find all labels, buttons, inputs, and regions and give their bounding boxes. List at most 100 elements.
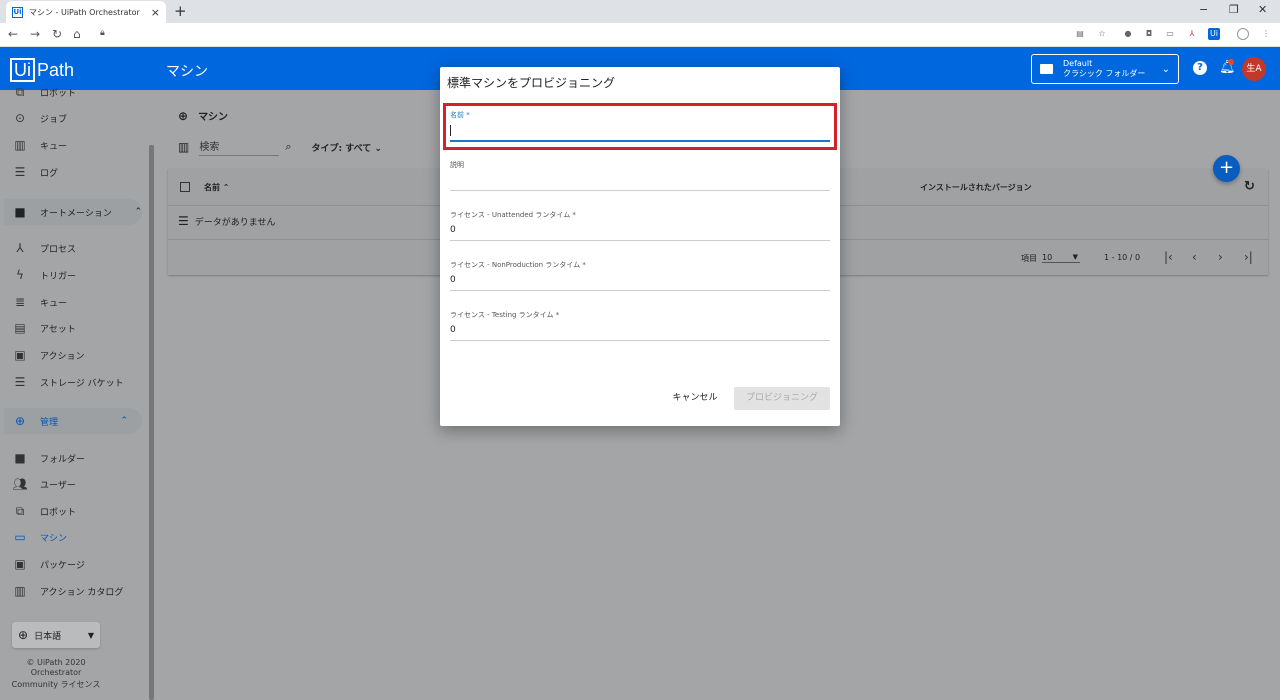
nonproduction-runtime-input[interactable]: 0	[450, 275, 830, 287]
sidebar-item-label: マシン	[40, 533, 68, 544]
back-icon[interactable]: ←	[8, 27, 18, 41]
nonproduction-runtime-field[interactable]: ライセンス - NonProduction ランタイム * 0	[450, 260, 830, 291]
bookmark-star-icon[interactable]: ☆	[1096, 28, 1108, 40]
description-field-input[interactable]	[450, 175, 830, 187]
testing-runtime-label: ライセンス - Testing ランタイム *	[450, 311, 560, 319]
menu-dots-icon[interactable]: ⋮	[1260, 28, 1272, 40]
sidebar-item-storage-buckets[interactable]: ☰ ストレージ バケット	[12, 372, 124, 392]
folder-selector[interactable]: Default クラシック フォルダー ⌄	[1031, 54, 1179, 84]
sidebar-item-admin-robots[interactable]: ⧉ ロボット	[12, 501, 76, 521]
comment-icon[interactable]: ▭	[1164, 28, 1176, 40]
sidebar-item-label: フォルダー	[40, 454, 86, 465]
sidebar-item-machines[interactable]: ▭ マシン	[12, 527, 67, 547]
testing-runtime-input[interactable]: 0	[450, 325, 830, 337]
search-input[interactable]: 検索	[199, 138, 280, 156]
profile-icon[interactable]	[1237, 28, 1249, 40]
add-machine-button[interactable]: +	[1213, 155, 1240, 182]
uipath-favicon-icon: Ui	[12, 6, 23, 18]
reload-icon[interactable]: ↻	[52, 27, 62, 41]
folder-icon	[1040, 64, 1053, 74]
home-icon[interactable]: ⌂	[73, 27, 81, 41]
name-field[interactable]: 名前 *	[450, 110, 830, 142]
nonproduction-runtime-underline	[450, 290, 830, 291]
sidebar-item-folders[interactable]: ■ フォルダー	[12, 448, 85, 468]
sidebar-item-label: プロセス	[40, 244, 77, 255]
browser-tab[interactable]: Ui マシン - UiPath Orchestrator ×	[6, 1, 166, 23]
page-title: マシン	[166, 64, 208, 80]
sidebar-item-users[interactable]: 👥︎ ユーザー	[12, 474, 75, 494]
language-selector[interactable]: ⊕ 日本語 ▼	[12, 622, 100, 648]
type-filter[interactable]: タイプ: すべて ⌄	[312, 141, 382, 154]
sidebar-item-label: ジョブ	[40, 114, 68, 125]
sidebar-item-triggers[interactable]: ϟ トリガー	[12, 265, 76, 285]
unattended-runtime-input[interactable]: 0	[450, 225, 830, 237]
sidebar-item-label: ストレージ バケット	[40, 378, 124, 389]
sidebar-item-queues-monitor[interactable]: ▥ キュー	[12, 135, 67, 155]
camera-icon[interactable]: ◘	[1143, 28, 1155, 40]
sidebar-item-packages[interactable]: ▣ パッケージ	[12, 554, 85, 574]
uipath-extension-icon[interactable]: Ui	[1208, 28, 1220, 40]
sidebar-item-assets[interactable]: ▤ アセット	[12, 318, 76, 338]
name-field-label: 名前 *	[450, 111, 470, 119]
column-header-name[interactable]: 名前 ⌃	[204, 182, 230, 193]
cancel-button[interactable]: キャンセル	[666, 387, 724, 409]
sidebar-scrollbar[interactable]	[149, 145, 154, 700]
caret-down-icon: ▼	[87, 630, 94, 640]
columns-icon[interactable]: ▥	[178, 140, 189, 154]
avatar[interactable]: 生A	[1242, 57, 1266, 81]
window-minimize-button[interactable]: −	[1199, 3, 1208, 16]
new-tab-button[interactable]: +	[174, 2, 187, 20]
sidebar-item-queues[interactable]: ≣ キュー	[12, 292, 67, 312]
sidebar-item-label: キュー	[40, 298, 68, 309]
last-page-icon[interactable]: ›|	[1244, 250, 1253, 264]
name-field-input[interactable]	[450, 125, 830, 137]
provision-machine-dialog: 標準マシンをプロビジョニング 名前 * 説明 ライセンス - Unattende…	[440, 67, 840, 426]
language-label: 日本語	[34, 631, 62, 642]
page-size-select[interactable]: 10 ▼	[1042, 253, 1080, 263]
extension-icon[interactable]: ●	[1122, 28, 1134, 40]
pdf-icon[interactable]: ⅄	[1186, 28, 1198, 40]
chevron-down-icon: ⌄	[374, 143, 382, 154]
section-label: 管理	[40, 417, 59, 428]
select-all-checkbox[interactable]	[180, 182, 190, 192]
catalog-icon: ▥	[14, 584, 26, 598]
sidebar-item-actions[interactable]: ▣ アクション	[12, 345, 85, 365]
window-close-button[interactable]: ✕	[1258, 3, 1267, 16]
globe-icon: ⊕	[18, 628, 29, 642]
sidebar-item-processes[interactable]: ⅄ プロセス	[12, 238, 76, 258]
tab-close-icon[interactable]: ×	[151, 6, 160, 19]
unattended-runtime-field[interactable]: ライセンス - Unattended ランタイム * 0	[450, 210, 830, 241]
sidebar-item-action-catalogs[interactable]: ▥ アクション カタログ	[12, 581, 123, 601]
testing-runtime-field[interactable]: ライセンス - Testing ランタイム * 0	[450, 310, 830, 341]
forward-icon[interactable]: →	[30, 27, 40, 41]
help-icon[interactable]: ?	[1193, 61, 1207, 75]
sidebar-section-admin[interactable]: ⊕ 管理 ⌃	[4, 408, 142, 434]
uipath-logo[interactable]: Ui Path	[10, 58, 74, 82]
users-icon: 👥︎	[12, 477, 28, 491]
sidebar-item-jobs[interactable]: ⊙ ジョブ	[12, 108, 67, 128]
sidebar-item-robots[interactable]: ⧉ ロボット	[12, 82, 76, 102]
logo-ui: Ui	[10, 58, 35, 82]
tab-title: マシン - UiPath Orchestrator	[29, 7, 140, 17]
prev-page-icon[interactable]: ‹	[1192, 250, 1197, 264]
refresh-icon[interactable]: ↻	[1244, 179, 1255, 194]
folder-name: Default	[1063, 59, 1093, 68]
sidebar-item-label: アクション	[40, 351, 85, 362]
dialog-title: 標準マシンをプロビジョニング	[447, 76, 616, 90]
column-header-version[interactable]: インストールされたバージョン	[920, 182, 1032, 193]
hierarchy-icon: ⅄	[16, 241, 24, 255]
sidebar-item-label: キュー	[40, 141, 68, 152]
description-field[interactable]: 説明	[450, 160, 830, 191]
sidebar-item-logs[interactable]: ☰ ログ	[12, 162, 58, 182]
provision-button[interactable]: プロビジョニング	[734, 387, 830, 410]
unattended-runtime-label: ライセンス - Unattended ランタイム *	[450, 211, 576, 219]
next-page-icon[interactable]: ›	[1218, 250, 1223, 264]
testing-runtime-underline	[450, 340, 830, 341]
empty-state: ☰ データがありません	[178, 214, 276, 228]
first-page-icon[interactable]: |‹	[1164, 250, 1173, 264]
sidebar-section-automation[interactable]: ■ オートメーション ⌃	[4, 199, 142, 225]
translate-icon[interactable]: ▤	[1074, 28, 1086, 40]
search-icon[interactable]: ⌕	[285, 140, 291, 154]
list-icon: ☰	[178, 214, 189, 228]
window-restore-button[interactable]: ❐	[1229, 3, 1239, 16]
